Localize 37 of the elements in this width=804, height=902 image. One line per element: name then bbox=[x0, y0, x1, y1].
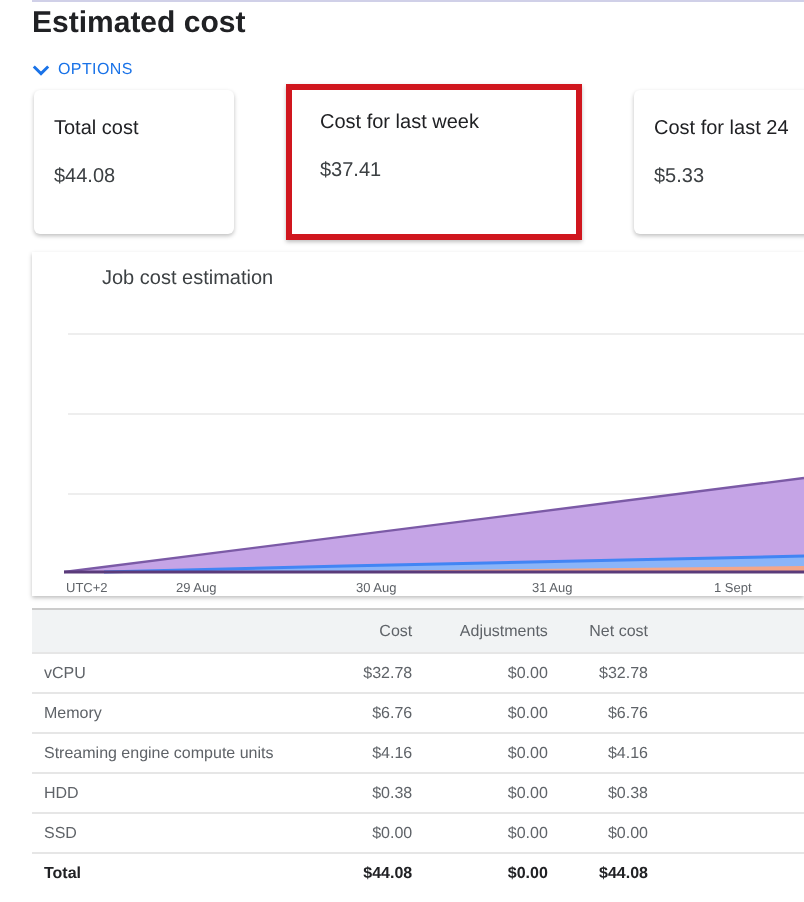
table-cell: Total bbox=[32, 853, 336, 892]
table-cell: $4.16 bbox=[336, 733, 425, 773]
chevron-icon bbox=[32, 63, 50, 75]
card-label: Total cost bbox=[54, 118, 141, 140]
table-cell: $0.00 bbox=[424, 733, 560, 773]
table-cell: Streaming engine compute units bbox=[32, 733, 336, 773]
table-cell: $0.00 bbox=[424, 853, 560, 892]
table-cell: vCPU bbox=[32, 653, 336, 693]
chart-title: Job cost estimation bbox=[102, 268, 276, 290]
table-cell: $0.38 bbox=[336, 773, 425, 813]
card-label: Cost for last week bbox=[320, 112, 481, 134]
card-value: $37.41 bbox=[320, 160, 384, 182]
table-cell: $32.78 bbox=[559, 653, 660, 693]
table-cell: SSD bbox=[32, 813, 336, 853]
column-header: Cost bbox=[336, 609, 425, 653]
table-cell: $0.00 bbox=[424, 653, 560, 693]
table-cell: $0.00 bbox=[424, 693, 560, 733]
table-cell: $44.08 bbox=[559, 853, 660, 892]
table-cell: $44.08 bbox=[336, 853, 425, 892]
table-cell: $6.76 bbox=[559, 693, 660, 733]
card-value: $44.08 bbox=[54, 166, 118, 188]
section-title: Estimated cost bbox=[32, 6, 248, 42]
table-cell: $32.78 bbox=[336, 653, 425, 693]
table-cell: $0.38 bbox=[559, 773, 660, 813]
table-cell: $0.00 bbox=[559, 813, 660, 853]
table-cell: $6.76 bbox=[336, 693, 425, 733]
card-label: Cost for last 24 bbox=[654, 118, 791, 140]
table-cell: $4.16 bbox=[559, 733, 660, 773]
table-cell: $0.00 bbox=[424, 813, 560, 853]
table-cell: $0.00 bbox=[424, 773, 560, 813]
table-cell: $0.00 bbox=[336, 813, 425, 853]
options-toggle[interactable]: OPTIONS bbox=[32, 60, 133, 78]
column-header: Adjustments bbox=[424, 609, 560, 653]
table-cell: Memory bbox=[32, 693, 336, 733]
table-cell: HDD bbox=[32, 773, 336, 813]
column-header: Net cost bbox=[559, 609, 660, 653]
card-value: $5.33 bbox=[654, 166, 707, 188]
